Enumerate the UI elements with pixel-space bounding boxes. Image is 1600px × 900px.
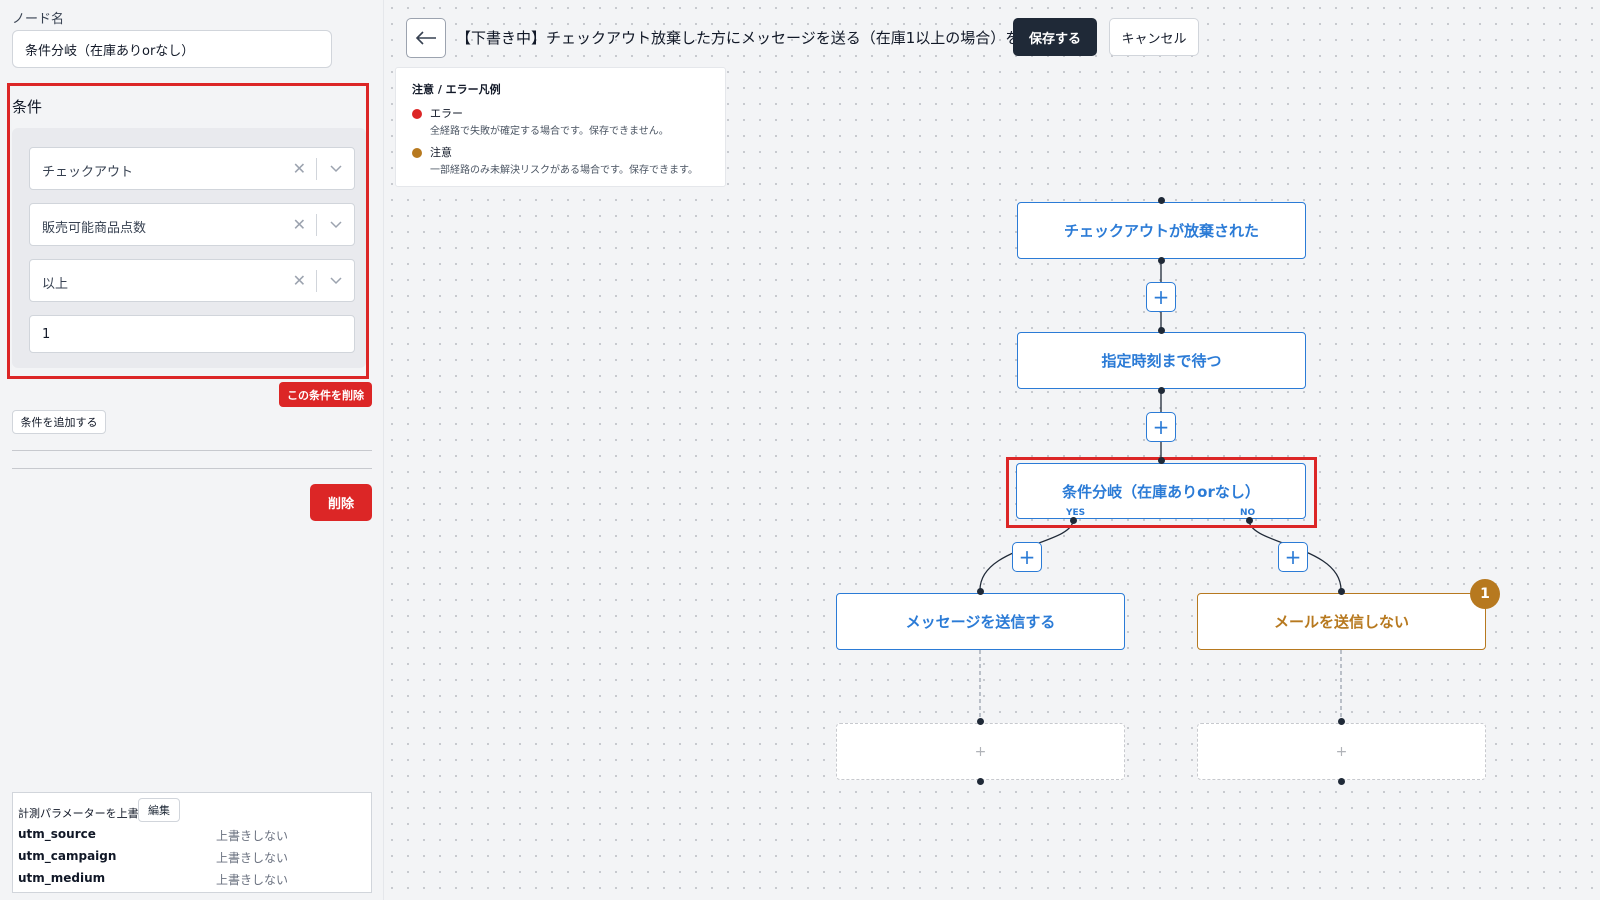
add-step-button[interactable]: + — [1146, 282, 1176, 312]
empty-step-placeholder[interactable]: + — [1197, 723, 1486, 780]
handle-dot — [1070, 517, 1077, 524]
warning-count-badge: 1 — [1470, 579, 1500, 609]
handle-dot — [1338, 588, 1345, 595]
add-step-no-button[interactable]: + — [1278, 542, 1308, 572]
send-message-node[interactable]: メッセージを送信する — [836, 593, 1125, 650]
handle-dot — [977, 588, 984, 595]
trigger-node[interactable]: チェックアウトが放棄された — [1017, 202, 1306, 259]
yes-label: YES — [1066, 508, 1086, 518]
handle-dot — [1158, 387, 1165, 394]
add-step-button[interactable]: + — [1146, 412, 1176, 442]
branch-node-highlight — [1006, 457, 1317, 528]
add-step-yes-button[interactable]: + — [1012, 542, 1042, 572]
handle-dot — [977, 718, 984, 725]
handle-dot — [1158, 457, 1165, 464]
handle-dot — [977, 778, 984, 785]
handle-dot — [1338, 718, 1345, 725]
handle-dot — [1246, 517, 1253, 524]
handle-dot — [1158, 197, 1165, 204]
empty-step-placeholder[interactable]: + — [836, 723, 1125, 780]
handle-dot — [1338, 778, 1345, 785]
no-email-node[interactable]: メールを送信しない — [1197, 593, 1486, 650]
handle-dot — [1158, 327, 1165, 334]
handle-dot — [1158, 257, 1165, 264]
wait-node[interactable]: 指定時刻まで待つ — [1017, 332, 1306, 389]
